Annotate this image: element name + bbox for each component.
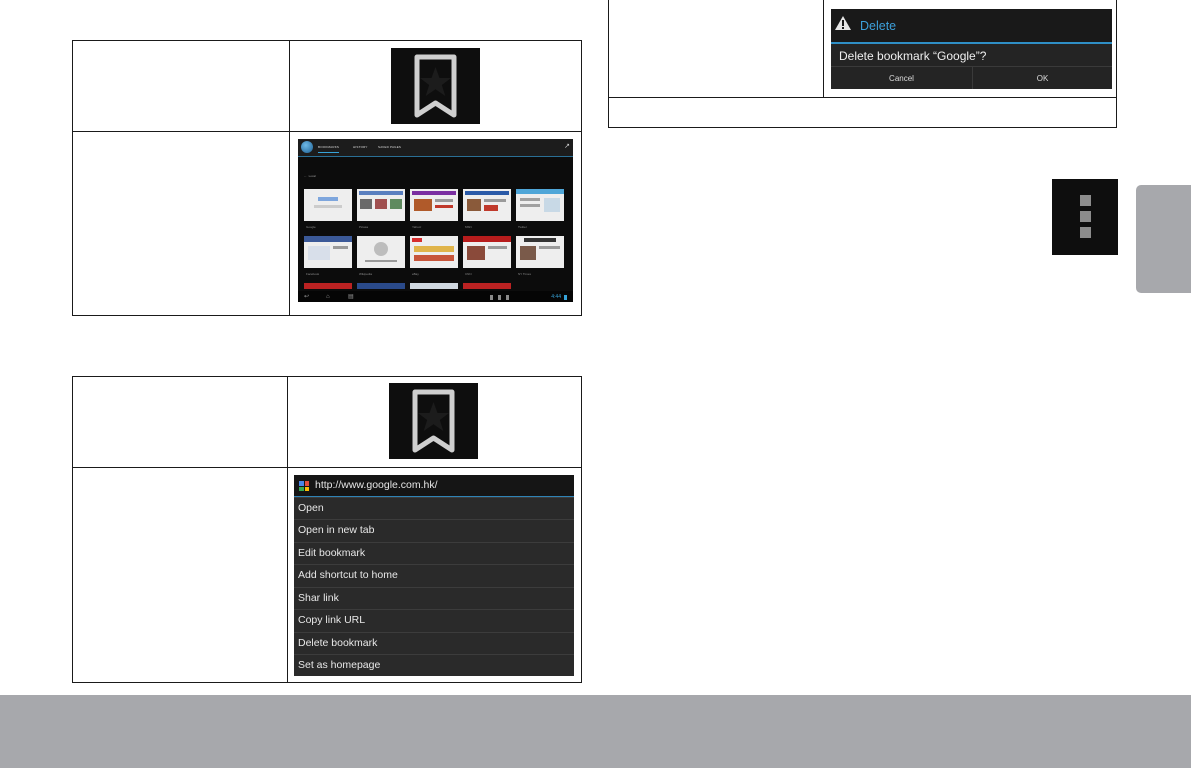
dialog-message: Delete bookmark “Google”?: [839, 49, 987, 63]
bookmark-thumb-yahoo[interactable]: [410, 189, 458, 221]
menu-item-label: Copy link URL: [298, 614, 366, 626]
button-separator: [972, 66, 973, 89]
menu-item-label: Set as homepage: [298, 659, 381, 671]
menu-item-delete-bookmark[interactable]: Delete bookmark: [294, 632, 574, 654]
browser-globe-icon: [301, 141, 313, 153]
bookmarks-screenshot: BOOKMARKS HISTORY SAVED PAGES ↗ ← Local …: [298, 139, 573, 302]
overflow-menu-icon: [1052, 179, 1118, 255]
overflow-dot: [1080, 211, 1091, 222]
thumb-label: eBay: [412, 272, 419, 276]
table-divider: [73, 131, 581, 132]
thumb-label: Twitter: [518, 225, 527, 229]
context-menu-url: http://www.google.com.hk/: [315, 479, 438, 491]
bookmark-thumb-nytimes[interactable]: [516, 236, 564, 268]
bookmark-star-icon: [389, 383, 478, 459]
page-footer-band: [0, 695, 1191, 768]
home-nav-icon[interactable]: ⌂: [326, 294, 330, 300]
folder-name: Local: [308, 174, 316, 178]
status-clock: 4:44: [551, 294, 561, 300]
dialog-title: Delete: [860, 19, 897, 33]
table-divider: [609, 97, 1116, 98]
menu-item-label: Delete bookmark: [298, 637, 378, 649]
menu-item-label: Shar link: [298, 592, 339, 604]
warning-icon: [835, 16, 851, 30]
bookmark-thumb-partial: [304, 283, 352, 289]
menu-item-edit-bookmark[interactable]: Edit bookmark: [294, 542, 574, 564]
bookmark-star-icon: [391, 48, 480, 124]
overflow-dot: [1080, 227, 1091, 238]
bookmark-context-menu: http://www.google.com.hk/ Open Open in n…: [294, 475, 574, 676]
tab-history[interactable]: HISTORY: [353, 145, 368, 149]
back-nav-icon[interactable]: ↩: [304, 293, 309, 300]
bookmark-thumb-partial: [357, 283, 405, 289]
bookmark-thumb-cnn[interactable]: [463, 236, 511, 268]
bookmark-thumb-partial: [463, 283, 511, 289]
tab-saved-pages[interactable]: SAVED PAGES: [378, 145, 401, 149]
bookmark-thumb-google[interactable]: [304, 189, 352, 221]
thumb-label: Facebook: [306, 272, 320, 276]
notification-icon: [498, 295, 501, 300]
menu-item-label: Open: [298, 502, 324, 514]
menu-item-label: Open in new tab: [298, 524, 375, 536]
menu-item-copy-link-url[interactable]: Copy link URL: [294, 609, 574, 631]
overflow-dot: [1080, 195, 1091, 206]
bookmark-thumb-picasa[interactable]: [357, 189, 405, 221]
bookmark-thumb-ebay[interactable]: [410, 236, 458, 268]
delete-bookmark-dialog: Delete Delete bookmark “Google”? Cancel …: [831, 9, 1112, 89]
tab-bookmarks[interactable]: BOOKMARKS: [318, 145, 340, 153]
wrench-icon[interactable]: ↗: [564, 142, 570, 150]
usb-icon: [490, 295, 493, 300]
ok-button[interactable]: OK: [973, 67, 1112, 89]
context-menu-header: http://www.google.com.hk/: [294, 475, 574, 497]
thumb-label: Google: [306, 225, 316, 229]
menu-item-open[interactable]: Open: [294, 497, 574, 519]
system-bar: ↩ ⌂ ▤ 4:44: [298, 291, 573, 302]
menu-item-share-link[interactable]: Shar link: [294, 587, 574, 609]
cancel-button[interactable]: Cancel: [831, 67, 972, 89]
thumb-label: Yahoo!: [412, 225, 422, 229]
google-favicon-icon: [299, 481, 309, 491]
bookmark-thumb-msn[interactable]: [463, 189, 511, 221]
thumb-label: MSN: [465, 225, 472, 229]
chapter-tab: [1136, 185, 1191, 293]
dialog-header: Delete: [831, 9, 1112, 44]
menu-item-open-new-tab[interactable]: Open in new tab: [294, 519, 574, 541]
table-divider: [289, 41, 290, 315]
table-divider: [73, 467, 581, 468]
menu-item-label: Add shortcut to home: [298, 569, 398, 581]
bookmark-thumb-twitter[interactable]: [516, 189, 564, 221]
bookmarks-tab-bar: BOOKMARKS HISTORY SAVED PAGES ↗: [298, 139, 573, 157]
table-divider: [287, 377, 288, 682]
bookmark-thumb-facebook[interactable]: [304, 236, 352, 268]
thumb-label: Wikipedia: [359, 272, 373, 276]
menu-item-label: Edit bookmark: [298, 547, 366, 559]
signal-icon: [564, 295, 567, 300]
menu-item-add-shortcut[interactable]: Add shortcut to home: [294, 564, 574, 586]
thumb-label: Picasa: [359, 225, 369, 229]
folder-label: ← Local: [304, 174, 316, 178]
battery-status-icon: [506, 295, 509, 300]
recent-apps-icon[interactable]: ▤: [348, 293, 354, 300]
table-divider: [823, 0, 824, 98]
thumb-label: NY Times: [518, 272, 531, 276]
bookmark-thumb-partial: [410, 283, 458, 289]
thumb-label: CNN: [465, 272, 472, 276]
menu-item-set-homepage[interactable]: Set as homepage: [294, 654, 574, 676]
bookmark-thumb-wikipedia[interactable]: [357, 236, 405, 268]
